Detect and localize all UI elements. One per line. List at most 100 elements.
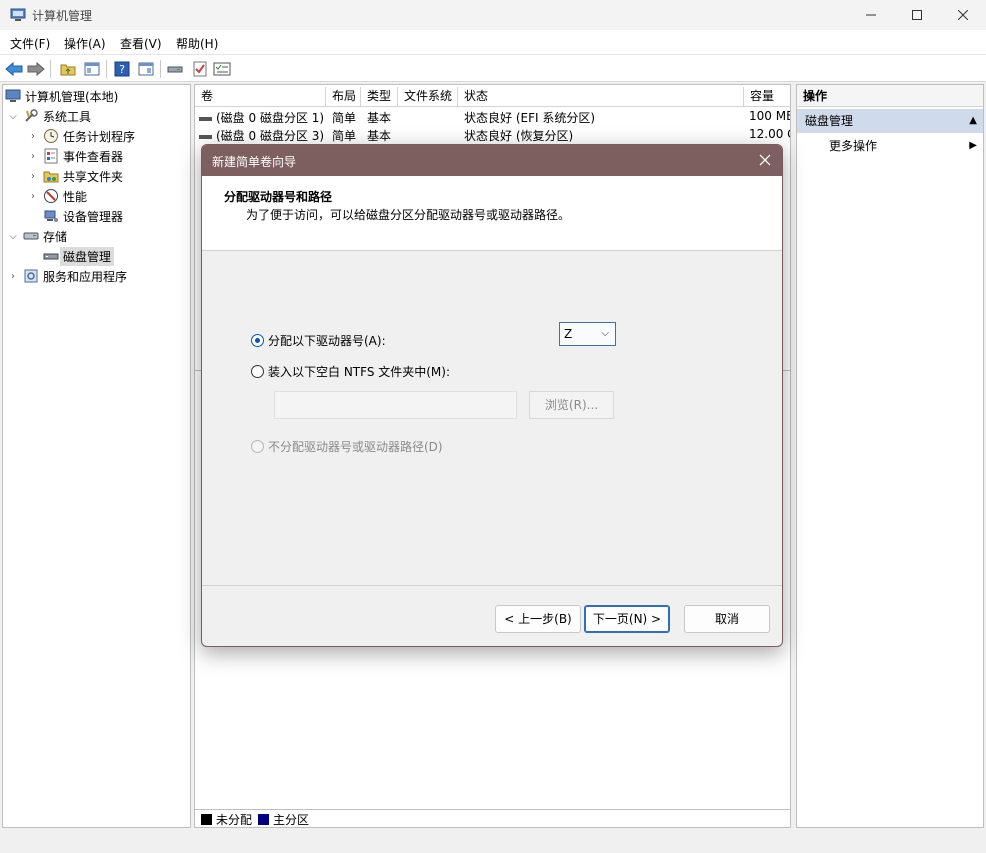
chevron-down-icon[interactable]: ⌵ bbox=[7, 230, 19, 242]
tree-item-task-scheduler[interactable]: › 任务计划程序 bbox=[27, 126, 135, 146]
back-arrow-icon bbox=[5, 61, 23, 77]
tree-label: 性能 bbox=[63, 189, 88, 204]
tree-label: 任务计划程序 bbox=[63, 129, 136, 144]
back-step-button[interactable]: < 上一步(B) bbox=[495, 605, 581, 633]
tree-label: 计算机管理(本地) bbox=[25, 89, 119, 104]
column-header-filesystem[interactable]: 文件系统 bbox=[398, 87, 458, 107]
chevron-right-icon[interactable]: › bbox=[27, 170, 39, 182]
menu-file[interactable]: 文件(F) bbox=[10, 35, 50, 52]
chevron-down-icon[interactable]: ⌵ bbox=[7, 110, 19, 122]
help-icon: ? bbox=[114, 61, 130, 77]
column-header-type[interactable]: 类型 bbox=[361, 87, 398, 107]
tree-item-storage[interactable]: ⌵ 存储 bbox=[7, 226, 67, 246]
close-icon bbox=[958, 10, 968, 20]
dialog-heading: 分配驱动器号和路径 bbox=[224, 190, 333, 204]
maximize-icon bbox=[912, 10, 922, 20]
tree-item-disk-management[interactable]: 磁盘管理 bbox=[43, 246, 115, 266]
properties-button[interactable] bbox=[212, 59, 232, 79]
title-bar: 计算机管理 bbox=[0, 0, 986, 30]
tree-label: 服务和应用程序 bbox=[43, 269, 128, 284]
actions-pane: 操作 磁盘管理 ▲ 更多操作 ▶ bbox=[796, 84, 984, 828]
cell-status: 状态良好 (EFI 系统分区) bbox=[464, 111, 596, 125]
cancel-button[interactable]: 取消 bbox=[684, 605, 770, 633]
connect-button[interactable] bbox=[166, 59, 186, 79]
up-folder-button[interactable] bbox=[58, 59, 78, 79]
forward-button[interactable] bbox=[26, 59, 46, 79]
more-actions-label: 更多操作 bbox=[829, 139, 878, 153]
menu-view[interactable]: 查看(V) bbox=[120, 35, 162, 52]
tree-label: 事件查看器 bbox=[63, 149, 124, 164]
table-row[interactable]: (磁盘 0 磁盘分区 1) 简单 基本 状态良好 (EFI 系统分区) 100 … bbox=[195, 107, 791, 125]
radio-no-letter: 不分配驱动器号或驱动器路径(D) bbox=[251, 438, 443, 455]
back-button[interactable] bbox=[4, 59, 24, 79]
column-header-layout[interactable]: 布局 bbox=[326, 87, 361, 107]
minimize-button[interactable] bbox=[848, 0, 894, 30]
collapse-up-icon[interactable]: ▲ bbox=[969, 109, 977, 133]
actions-section-disk-management[interactable]: 磁盘管理 ▲ bbox=[797, 109, 983, 133]
tree-label: 磁盘管理 bbox=[60, 246, 115, 266]
cell-type: 基本 bbox=[367, 129, 392, 143]
cell-type: 基本 bbox=[367, 111, 392, 125]
computer-management-icon bbox=[10, 8, 26, 21]
actions-header: 操作 bbox=[797, 85, 983, 107]
menu-action[interactable]: 操作(A) bbox=[64, 35, 106, 52]
storage-icon bbox=[23, 232, 39, 240]
column-header-volume[interactable]: 卷 bbox=[195, 87, 326, 107]
tree-item-performance[interactable]: › 性能 bbox=[27, 186, 87, 206]
show-hide-tree-button[interactable] bbox=[82, 59, 102, 79]
tree-item-shared-folders[interactable]: › 共享文件夹 bbox=[27, 166, 123, 186]
tree-item-root[interactable]: 计算机管理(本地) bbox=[5, 86, 118, 106]
tree-item-services[interactable]: › 服务和应用程序 bbox=[7, 266, 127, 286]
folder-up-icon bbox=[60, 64, 76, 76]
chevron-right-icon[interactable]: › bbox=[27, 150, 39, 162]
show-action-pane-button[interactable] bbox=[136, 59, 156, 79]
legend: 未分配 主分区 bbox=[195, 809, 790, 827]
minimize-icon bbox=[866, 14, 876, 16]
radio-unselected-icon[interactable] bbox=[251, 365, 264, 378]
chevron-right-icon[interactable]: › bbox=[27, 130, 39, 142]
clock-icon bbox=[44, 129, 58, 143]
menu-bar: 文件(F) 操作(A) 查看(V) 帮助(H) bbox=[0, 30, 986, 54]
dialog-close-button[interactable] bbox=[754, 149, 776, 171]
column-header-status[interactable]: 状态 bbox=[458, 87, 744, 107]
radio-assign-letter[interactable]: 分配以下驱动器号(A): bbox=[251, 332, 386, 349]
table-row[interactable]: (磁盘 0 磁盘分区 3) 简单 基本 状态良好 (恢复分区) 12.00 G bbox=[195, 125, 790, 143]
dialog-title: 新建简单卷向导 bbox=[212, 155, 297, 169]
browse-button: 浏览(R)... bbox=[529, 391, 614, 419]
help-button[interactable]: ? bbox=[112, 59, 132, 79]
window-title: 计算机管理 bbox=[32, 9, 93, 23]
cell-layout: 简单 bbox=[332, 129, 357, 143]
column-header-capacity[interactable]: 容量 bbox=[744, 87, 790, 107]
tree-label: 存储 bbox=[43, 229, 68, 244]
tree-item-event-viewer[interactable]: › 事件查看器 bbox=[27, 146, 123, 166]
chevron-right-icon[interactable]: › bbox=[7, 270, 19, 282]
check-button[interactable] bbox=[190, 59, 210, 79]
shared-folder-icon bbox=[43, 171, 59, 183]
volume-icon bbox=[199, 116, 212, 121]
new-simple-volume-wizard: 新建简单卷向导 分配驱动器号和路径 为了便于访问，可以给磁盘分区分配驱动器号或驱… bbox=[201, 144, 783, 647]
dialog-header: 分配驱动器号和路径 为了便于访问，可以给磁盘分区分配驱动器号或驱动器路径。 bbox=[202, 176, 782, 251]
dialog-subheading: 为了便于访问，可以给磁盘分区分配驱动器号或驱动器路径。 bbox=[246, 208, 571, 222]
cell-capacity: 100 ME bbox=[749, 109, 791, 123]
device-manager-icon bbox=[44, 210, 58, 222]
radio-selected-icon[interactable] bbox=[251, 334, 264, 347]
close-icon bbox=[759, 154, 771, 166]
next-step-button[interactable]: 下一页(N) > bbox=[584, 605, 670, 633]
tree-label: 共享文件夹 bbox=[63, 169, 124, 184]
submenu-arrow-icon: ▶ bbox=[969, 140, 977, 151]
event-log-icon bbox=[44, 148, 58, 164]
drive-letter-select[interactable]: Z ⌵ bbox=[559, 322, 616, 346]
menu-help[interactable]: 帮助(H) bbox=[176, 35, 218, 52]
primary-swatch bbox=[258, 814, 270, 825]
chevron-right-icon[interactable]: › bbox=[27, 190, 39, 202]
performance-icon bbox=[44, 189, 58, 203]
maximize-button[interactable] bbox=[894, 0, 940, 30]
chevron-down-icon: ⌵ bbox=[601, 328, 609, 339]
radio-disabled-icon bbox=[251, 440, 264, 453]
radio-label: 装入以下空白 NTFS 文件夹中(M): bbox=[268, 365, 451, 379]
more-actions-item[interactable]: 更多操作 ▶ bbox=[829, 137, 979, 157]
close-button[interactable] bbox=[940, 0, 986, 30]
tree-item-device-manager[interactable]: 设备管理器 bbox=[43, 206, 123, 226]
tree-item-system-tools[interactable]: ⌵ 系统工具 bbox=[7, 106, 91, 126]
radio-mount-folder[interactable]: 装入以下空白 NTFS 文件夹中(M): bbox=[251, 363, 450, 380]
